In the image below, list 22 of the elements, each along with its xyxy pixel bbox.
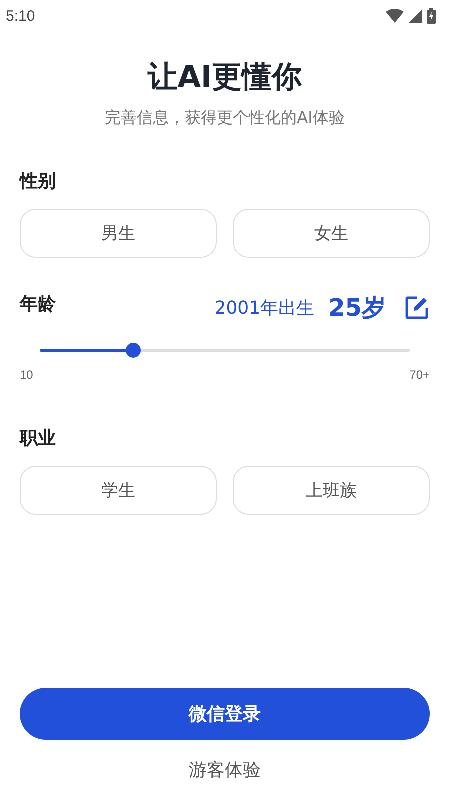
signal-icon — [409, 10, 422, 22]
option-button[interactable]: 上班族 — [233, 466, 430, 515]
status-time: 5:10 — [6, 8, 36, 24]
option-button[interactable]: 女生 — [233, 209, 430, 258]
section-label: 职业 — [20, 427, 56, 450]
option-button[interactable]: 学生 — [20, 466, 217, 515]
battery-icon — [427, 8, 436, 24]
slider-thumb[interactable] — [126, 342, 140, 358]
edit-icon[interactable] — [404, 295, 430, 321]
max-label: 70+ — [410, 368, 430, 382]
age-slider[interactable] — [40, 342, 410, 358]
wifi-icon — [386, 9, 404, 23]
birth-year-text: 2001年出生 — [214, 297, 315, 320]
option-button[interactable]: 男生 — [20, 209, 217, 258]
section-label: 性别 — [20, 170, 56, 193]
wechat-login-button[interactable]: 微信登录 — [20, 688, 430, 740]
section-label: 年龄 — [20, 293, 56, 316]
page-subtitle: 完善信息，获得更个性化的AI体验 — [104, 108, 346, 129]
page-title: 让AI更懂你 — [146, 59, 304, 97]
age-value: 25岁 — [328, 293, 386, 324]
min-label: 10 — [20, 368, 34, 382]
guest-link[interactable]: 游客体验 — [189, 758, 261, 782]
